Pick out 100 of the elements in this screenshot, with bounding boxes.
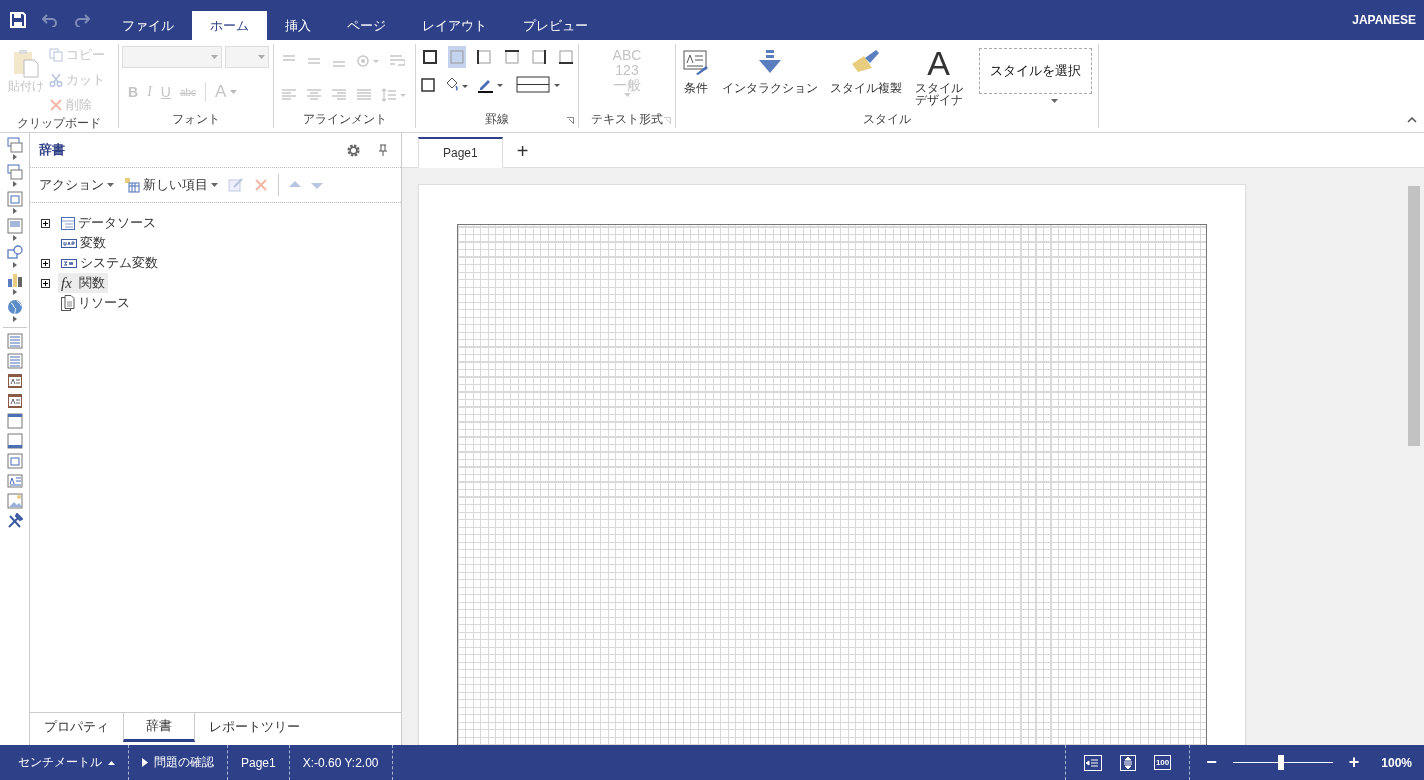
tree-item[interactable]: fx 関数 — [58, 273, 108, 293]
caret-icon — [211, 183, 218, 187]
tree-item[interactable]: 変数 — [58, 233, 109, 253]
scissors-icon — [49, 72, 63, 87]
dialog-launcher-icon[interactable] — [567, 117, 574, 124]
cursor-position: X:-0.60 Y:2.00 — [289, 745, 393, 780]
document-icon — [682, 48, 710, 76]
border-icon — [558, 50, 573, 64]
menu-tab[interactable]: ホーム — [192, 11, 267, 40]
expand-icon[interactable] — [41, 258, 50, 268]
new-item-menu[interactable]: 新しい項目 — [124, 176, 218, 194]
zoom-out-button[interactable]: − — [1190, 752, 1233, 773]
check-issues-button[interactable]: 問題の確認 — [129, 745, 228, 780]
chart-icon[interactable] — [6, 272, 23, 288]
interaction-button[interactable]: インタラクション — [722, 48, 818, 97]
menu-tab[interactable]: ページ — [329, 11, 404, 40]
units-button[interactable]: センチメートル — [0, 745, 129, 780]
bottom-band-icon[interactable] — [6, 433, 23, 449]
caret-icon — [108, 760, 115, 765]
panel-tab[interactable]: 辞書 — [123, 713, 195, 742]
pin-icon[interactable] — [379, 144, 387, 156]
top-band-icon[interactable] — [6, 413, 23, 429]
border-icon — [423, 50, 438, 64]
menu-tab[interactable]: ファイル — [104, 11, 192, 40]
border-icon — [477, 50, 492, 64]
zoom-in-button[interactable]: + — [1332, 752, 1376, 773]
caret-icon[interactable] — [1051, 99, 1058, 103]
form-icon[interactable] — [6, 453, 23, 469]
actual-size-button[interactable]: 100 — [1153, 755, 1172, 770]
caret-icon — [211, 55, 218, 59]
caret-icon — [107, 183, 114, 187]
expand-icon[interactable] — [41, 278, 50, 288]
actions-menu[interactable]: アクション — [39, 176, 114, 194]
text-icon[interactable] — [6, 473, 23, 489]
group-label: スタイル — [863, 111, 911, 128]
expand-arrow-icon[interactable] — [12, 262, 17, 268]
panel-tab[interactable]: プロパティ — [30, 713, 123, 742]
border-icon — [504, 50, 519, 64]
border-icon — [450, 50, 465, 64]
tools-icon[interactable] — [6, 513, 23, 529]
fit-width-icon[interactable] — [1083, 754, 1102, 771]
header-band-icon[interactable] — [6, 373, 23, 389]
caret-icon — [230, 90, 238, 94]
language-label[interactable]: JAPANESE — [1352, 13, 1424, 27]
tree-item[interactable]: リソース — [58, 293, 133, 313]
group-label: テキスト形式 — [591, 111, 663, 128]
group-label: アラインメント — [302, 111, 387, 128]
expand-arrow-icon[interactable] — [12, 208, 17, 214]
add-page-button[interactable]: + — [510, 135, 535, 167]
save-icon[interactable] — [10, 12, 26, 28]
border-icon — [531, 50, 546, 64]
cross-tab-icon[interactable] — [6, 191, 23, 207]
system-variable-icon — [61, 258, 77, 268]
shapes-icon[interactable] — [6, 245, 23, 261]
style-selector[interactable]: スタイルを選択 — [979, 48, 1092, 94]
brush-button[interactable]: スタイル複製 — [830, 48, 902, 97]
delete-icon — [49, 97, 63, 112]
expand-arrow-icon[interactable] — [12, 181, 17, 187]
designer-button[interactable]: A スタイルデザイナ — [914, 48, 963, 106]
expand-arrow-icon[interactable] — [12, 154, 17, 160]
expand-arrow-icon[interactable] — [12, 316, 17, 322]
collapse-ribbon-icon[interactable] — [1407, 117, 1417, 123]
menu-tab[interactable]: 挿入 — [267, 11, 329, 40]
fit-page-icon[interactable] — [1119, 754, 1136, 771]
variable-icon — [61, 238, 77, 248]
border-style-icon[interactable] — [516, 76, 562, 94]
clipboard-icon — [11, 48, 41, 78]
page-header-icon[interactable] — [6, 333, 23, 349]
menu-tab[interactable]: プレビュー — [505, 11, 606, 40]
copy-icon — [49, 47, 63, 62]
zoom-level: 100% — [1380, 755, 1413, 770]
panel-tab[interactable]: レポートツリー — [195, 713, 314, 742]
panel-icon[interactable] — [6, 137, 23, 153]
caret-icon — [258, 55, 265, 59]
settings-icon[interactable] — [346, 142, 361, 158]
group-label: 罫線 — [485, 111, 509, 128]
table-icon — [124, 177, 140, 193]
play-icon — [142, 758, 148, 767]
group-label: フォント — [172, 111, 220, 128]
expand-arrow-icon[interactable] — [12, 235, 17, 241]
tree-item[interactable]: データソース — [58, 213, 159, 233]
page-indicator: Page1 — [228, 745, 290, 780]
redo-icon[interactable] — [74, 13, 90, 27]
zoom-slider-thumb[interactable] — [1277, 755, 1284, 770]
group-label: クリップボード — [17, 115, 101, 132]
border-box-icon[interactable] — [421, 78, 435, 92]
caret-icon — [623, 93, 631, 97]
undo-icon[interactable] — [42, 13, 58, 27]
fill-bucket-icon[interactable] — [444, 77, 468, 93]
panel-title: 辞書 — [39, 141, 65, 159]
condition-button[interactable]: 条件 — [682, 48, 710, 97]
footer-band-icon[interactable] — [6, 393, 23, 409]
document-icon — [61, 295, 75, 311]
menu-tab[interactable]: レイアウト — [404, 11, 505, 40]
globe-icon[interactable] — [6, 299, 23, 315]
table-band-icon[interactable] — [6, 164, 23, 180]
expand-icon[interactable] — [41, 218, 50, 228]
table-icon — [61, 216, 75, 230]
tree-item[interactable]: システム変数 — [58, 253, 161, 273]
expand-arrow-icon[interactable] — [12, 289, 17, 295]
